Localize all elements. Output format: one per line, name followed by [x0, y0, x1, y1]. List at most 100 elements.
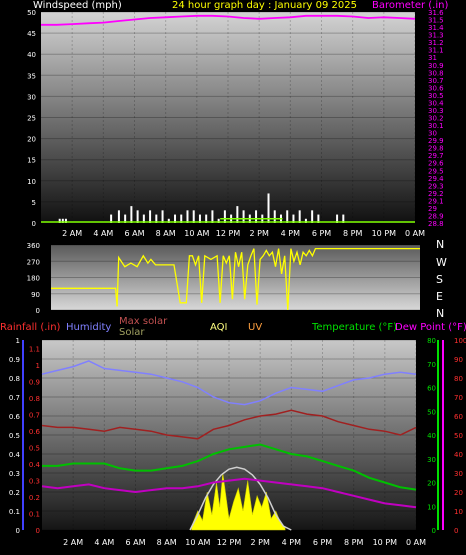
- red-scale-y-tick-label: 0.6: [29, 428, 41, 436]
- legend-uv: UV: [248, 322, 262, 333]
- barometer-y-tick-label: 31.6: [428, 9, 444, 17]
- temperature-y-tick-label: 40: [427, 432, 436, 440]
- legend-dew-point: Dew Point (°F): [395, 322, 466, 333]
- wind-y-tick-label: 10: [27, 178, 36, 186]
- compass-south: S: [436, 273, 443, 286]
- wind-y-tick-label: 50: [27, 9, 36, 17]
- barometer-y-tick-label: 31: [428, 54, 437, 62]
- wind-x-tick-label: 2 PM: [249, 229, 268, 238]
- rainfall-y-tick-label: 0.8: [9, 375, 20, 383]
- wind-x-tick-label: 4 PM: [281, 229, 300, 238]
- weather-x-tick-label: 8 PM: [344, 538, 363, 547]
- weather-x-tick-label: 0 AM: [406, 538, 426, 547]
- barometer-y-tick-label: 29: [428, 205, 437, 213]
- wind-y-tick-label: 45: [27, 30, 36, 38]
- rainfall-y-tick-label: 0.3: [9, 470, 20, 478]
- barometer-y-tick-label: 30.2: [428, 115, 444, 123]
- weather-x-tick-label: 10 AM: [185, 538, 210, 547]
- barometer-y-tick-label: 28.9: [428, 212, 444, 220]
- barometer-y-tick-label: 29.6: [428, 160, 444, 168]
- barometer-y-tick-label: 30: [428, 130, 437, 138]
- temperature-y-tick-label: 80: [427, 337, 436, 345]
- barometer-y-tick-label: 30.1: [428, 122, 444, 130]
- weather-x-tick-label: 12 PM: [217, 538, 242, 547]
- red-scale-y-tick-label: 0.9: [29, 378, 40, 386]
- barometer-y-tick-label: 28.8: [428, 220, 444, 228]
- wind-x-tick-label: 8 AM: [156, 229, 176, 238]
- dew-point-y-tick-label: 80: [454, 375, 463, 383]
- dew-point-y-tick-label: 30: [454, 470, 463, 478]
- wind-y-tick-label: 20: [27, 136, 36, 144]
- wind-y-tick-label: 25: [27, 115, 36, 123]
- dew-point-y-tick-label: 40: [454, 451, 463, 459]
- graph-title: 24 hour graph day : January 09 2025: [172, 0, 357, 11]
- red-scale-y-tick-label: 0.2: [29, 494, 40, 502]
- temperature-y-tick-label: 60: [427, 385, 436, 393]
- rainfall-y-tick-label: 0.1: [9, 508, 20, 516]
- barometer-y-tick-label: 30.8: [428, 69, 444, 77]
- barometer-y-tick-label: 29.3: [428, 182, 444, 190]
- red-scale-y-tick-label: 0.4: [29, 461, 41, 469]
- dew-point-y-tick-label: 90: [454, 356, 463, 364]
- barometer-y-tick-label: 30.5: [428, 92, 444, 100]
- weather-x-tick-label: 4 AM: [94, 538, 114, 547]
- dew-point-y-tick-label: 10: [454, 508, 463, 516]
- barometer-y-tick-label: 31.3: [428, 32, 444, 40]
- temperature-y-tick-label: 10: [427, 503, 436, 511]
- barometer-y-tick-label: 29.4: [428, 175, 444, 183]
- red-scale-y-tick-label: 0: [36, 527, 40, 535]
- dew-point-y-tick-label: 20: [454, 489, 463, 497]
- red-scale-y-tick-label: 0.5: [29, 444, 40, 452]
- wind-y-tick-label: 5: [32, 199, 36, 207]
- barometer-y-tick-label: 31.5: [428, 17, 444, 25]
- dew-point-y-tick-label: 50: [454, 432, 463, 440]
- barometer-y-tick-label: 29.5: [428, 167, 444, 175]
- wind-x-tick-label: 6 PM: [312, 229, 331, 238]
- weather-x-tick-label: 10 PM: [373, 538, 398, 547]
- dew-point-y-tick-label: 70: [454, 394, 463, 402]
- weather-graphs: Windspeed (mph) 24 hour graph day : Janu…: [0, 0, 466, 547]
- rainfall-y-tick-label: 0.6: [9, 413, 21, 421]
- red-scale-y-tick-label: 0.7: [29, 411, 40, 419]
- barometer-y-tick-label: 29.9: [428, 137, 444, 145]
- barometer-y-tick-label: 31.2: [428, 39, 444, 47]
- barometer-y-tick-label: 29.7: [428, 152, 444, 160]
- wind-x-tick-label: 10 AM: [184, 229, 209, 238]
- temperature-y-tick-label: 30: [427, 456, 436, 464]
- dew-point-y-tick-label: 0: [454, 527, 458, 535]
- dew-point-y-tick-label: 100: [454, 337, 466, 345]
- direction-y-tick-label: 360: [27, 242, 40, 250]
- red-scale-y-tick-label: 0.8: [29, 395, 40, 403]
- legend-aqi: AQI: [210, 322, 228, 333]
- rainfall-y-tick-label: 0.5: [9, 432, 20, 440]
- direction-y-tick-label: 90: [31, 291, 40, 299]
- direction-y-tick-label: 270: [27, 258, 40, 266]
- temperature-y-tick-label: 0: [432, 527, 436, 535]
- barometer-y-tick-label: 30.4: [428, 99, 444, 107]
- compass-north: N: [436, 238, 444, 251]
- red-scale-y-tick-label: 1: [36, 362, 40, 370]
- compass-west: W: [436, 256, 447, 269]
- wind-x-tick-label: 2 AM: [62, 229, 82, 238]
- barometer-y-tick-label: 30.9: [428, 62, 444, 70]
- wind-y-tick-label: 35: [27, 72, 36, 80]
- barometer-y-tick-label: 30.3: [428, 107, 444, 115]
- barometer-y-tick-label: 29.2: [428, 190, 444, 198]
- wind-y-tick-label: 0: [32, 220, 36, 228]
- wind-x-tick-label: 6 AM: [124, 229, 144, 238]
- wind-x-tick-label: 0 AM: [405, 229, 425, 238]
- barometer-y-tick-label: 30.6: [428, 84, 444, 92]
- weather-x-tick-label: 2 PM: [250, 538, 269, 547]
- compass-east: E: [436, 290, 443, 303]
- rainfall-y-tick-label: 0.2: [9, 489, 20, 497]
- rainfall-y-tick-label: 0: [16, 527, 20, 535]
- legend-solar: Solar: [119, 327, 145, 338]
- barometer-y-tick-label: 31.4: [428, 24, 444, 32]
- wind-x-tick-label: 4 AM: [93, 229, 113, 238]
- weather-x-tick-label: 6 AM: [125, 538, 145, 547]
- barometer-y-tick-label: 31.1: [428, 47, 444, 55]
- weather-x-tick-label: 6 PM: [313, 538, 332, 547]
- wind-x-tick-label: 10 PM: [372, 229, 397, 238]
- red-scale-y-tick-label: 0.1: [29, 510, 40, 518]
- wind-y-tick-label: 30: [27, 93, 36, 101]
